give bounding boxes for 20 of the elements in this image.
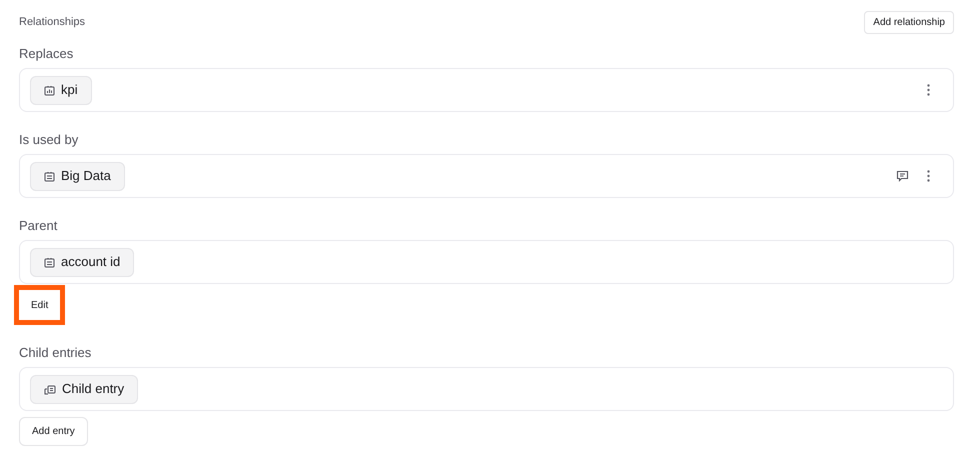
group-label: Parent: [19, 218, 58, 234]
comment-icon: [896, 170, 908, 182]
comment-button[interactable]: [894, 168, 910, 184]
add-entry-button[interactable]: Add entry: [19, 417, 88, 446]
entry-chip[interactable]: account id: [30, 248, 134, 276]
list-icon: [44, 170, 55, 182]
section-title: Relationships: [19, 14, 86, 30]
entry-chip[interactable]: Big Data: [30, 162, 125, 190]
group-label: Child entries: [19, 345, 92, 361]
entry-chip[interactable]: Child entry: [30, 374, 138, 404]
entry-chip[interactable]: kpi: [30, 76, 92, 104]
more-icon: [926, 170, 930, 182]
hierarchy-icon: [44, 384, 56, 394]
chart-icon: [44, 84, 55, 96]
more-icon: [926, 84, 930, 96]
add-relationship-button[interactable]: Add relationship: [864, 10, 954, 34]
group-label: Is used by: [19, 132, 80, 148]
list-icon: [44, 256, 55, 268]
edit-button[interactable]: Edit: [14, 285, 66, 325]
group-label: Replaces: [19, 46, 74, 62]
